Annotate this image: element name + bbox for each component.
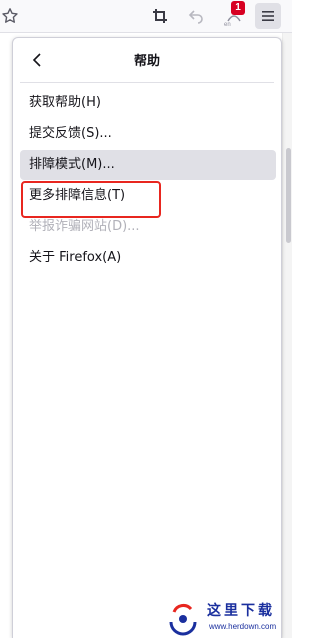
panel-title: 帮助 (133, 54, 160, 69)
menu-item-get-help[interactable]: 获取帮助(H) (20, 88, 276, 118)
app-menu-button[interactable] (255, 3, 281, 29)
crop-icon (153, 9, 167, 23)
panel-header: 帮助 (13, 38, 281, 82)
menu-item-troubleshoot-mode[interactable]: 排障模式(M)... (20, 150, 276, 180)
header-separator (20, 82, 274, 83)
extension-sublabel: en (224, 22, 231, 28)
watermark-logo-icon (169, 604, 197, 636)
page-scrollbar-thumb[interactable] (286, 148, 291, 243)
watermark: 这里下载 www.herdown.com (163, 598, 288, 638)
undo-button[interactable] (183, 3, 209, 29)
watermark-url: www.herdown.com (209, 622, 277, 631)
watermark-title: 这里下载 (207, 603, 275, 619)
annotation-highlight-box (21, 181, 161, 218)
hamburger-menu-icon (262, 11, 274, 21)
bookmark-star-button[interactable] (0, 3, 23, 29)
help-panel: 帮助 获取帮助(H) 提交反馈(S)... 排障模式(M)... 更多排障信息(… (12, 37, 282, 638)
extension-button[interactable]: en 1 (221, 1, 247, 29)
menu-item-about-firefox[interactable]: 关于 Firefox(A) (20, 243, 276, 273)
toolbar: en 1 (0, 0, 292, 33)
menu-item-submit-feedback[interactable]: 提交反馈(S)... (20, 119, 276, 149)
screenshot-button[interactable] (147, 3, 173, 29)
star-icon (2, 8, 18, 23)
back-icon (188, 10, 203, 24)
page-scrollbar[interactable] (282, 33, 292, 638)
extension-badge: 1 (231, 1, 245, 15)
browser-window: en 1 帮助 获取帮助(H) 提交反馈(S)... 排障模式(M)... 更多… (0, 0, 292, 638)
